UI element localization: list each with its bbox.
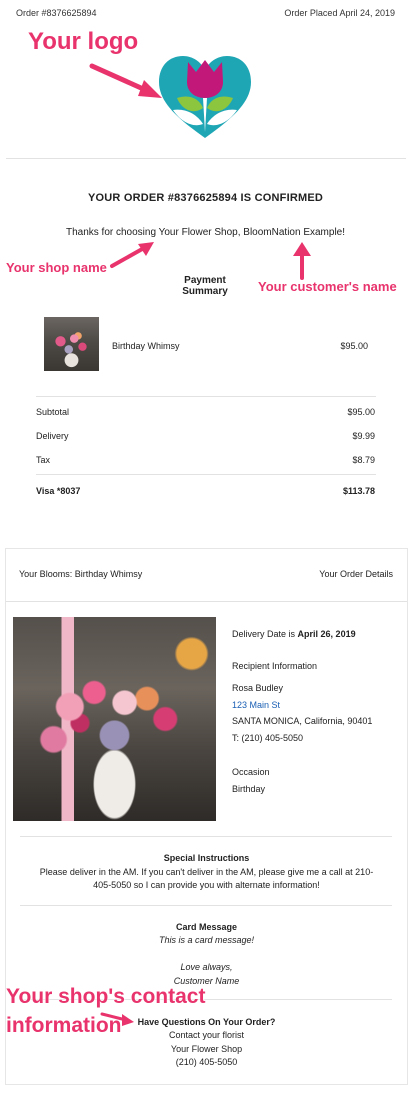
tax-label: Tax (36, 455, 51, 465)
line-item-price: $95.00 (340, 341, 368, 351)
delivery-date: Delivery Date is April 26, 2019 (232, 629, 356, 639)
special-instructions-line2: 405-5050 so I can provide you with alter… (93, 880, 320, 890)
divider (36, 474, 376, 475)
recipient-phone: T: (210) 405-5050 (232, 733, 304, 743)
shop-logo-icon (159, 56, 251, 138)
annotation-shop-name: Your shop name (6, 260, 107, 275)
payment-total: $113.78 (342, 486, 375, 496)
payment-method: Visa *8037 (36, 486, 81, 496)
order-number: Order #8376625894 (16, 8, 97, 18)
annotation-contact-line1: Your shop's contact (6, 985, 206, 1008)
confirmation-title: YOUR ORDER #8376625894 IS CONFIRMED (87, 192, 324, 204)
card-message-text: This is a card message! (158, 935, 255, 945)
delivery-date-label: Delivery Date is (232, 629, 296, 639)
arrow-icon (100, 1012, 134, 1026)
divider (36, 396, 376, 397)
occasion-value: Birthday (232, 784, 266, 794)
payment-summary-heading: Payment Summary (182, 275, 228, 297)
arrow-icon (89, 63, 162, 98)
divider (20, 836, 392, 837)
recipient-name: Rosa Budley (232, 683, 284, 693)
blooms-title: Your Blooms: Birthday Whimsy (19, 569, 143, 579)
occasion-heading: Occasion (232, 767, 270, 777)
product-thumbnail[interactable] (44, 317, 99, 371)
divider (6, 158, 406, 159)
divider (6, 601, 407, 602)
recipient-street-link[interactable]: 123 Main St (232, 700, 280, 710)
recipient-heading: Recipient Information (232, 661, 318, 671)
arrow-icon (110, 242, 154, 268)
special-instructions-line1: Please deliver in the AM. If you can't d… (39, 867, 374, 877)
divider (20, 905, 392, 906)
contact-phone[interactable]: (210) 405-5050 (6, 1057, 407, 1067)
delivery-value: $9.99 (352, 431, 375, 441)
order-placed-date: Order Placed April 24, 2019 (284, 8, 395, 18)
arrow-icon (293, 242, 311, 280)
line-item-name: Birthday Whimsy (112, 341, 180, 351)
annotation-logo: Your logo (28, 28, 139, 55)
special-instructions-heading: Special Instructions (163, 853, 250, 863)
delivery-label: Delivery (36, 431, 69, 441)
delivery-date-value: April 26, 2019 (297, 629, 356, 639)
card-message-heading: Card Message (175, 922, 238, 932)
tax-value: $8.79 (352, 455, 375, 465)
card-message-closing: Love always, (180, 962, 233, 972)
subtotal-label: Subtotal (36, 407, 70, 417)
recipient-street[interactable]: 123 Main St (232, 700, 280, 710)
thanks-message: Thanks for choosing Your Flower Shop, Bl… (65, 227, 346, 238)
recipient-city: SANTA MONICA, California, 90401 (232, 716, 373, 726)
product-photo[interactable] (13, 617, 216, 821)
annotation-customer-name: Your customer's name (258, 279, 397, 294)
subtotal-value: $95.00 (347, 407, 375, 417)
order-details-link[interactable]: Your Order Details (319, 569, 393, 579)
contact-shop-name: Your Flower Shop (170, 1044, 243, 1054)
